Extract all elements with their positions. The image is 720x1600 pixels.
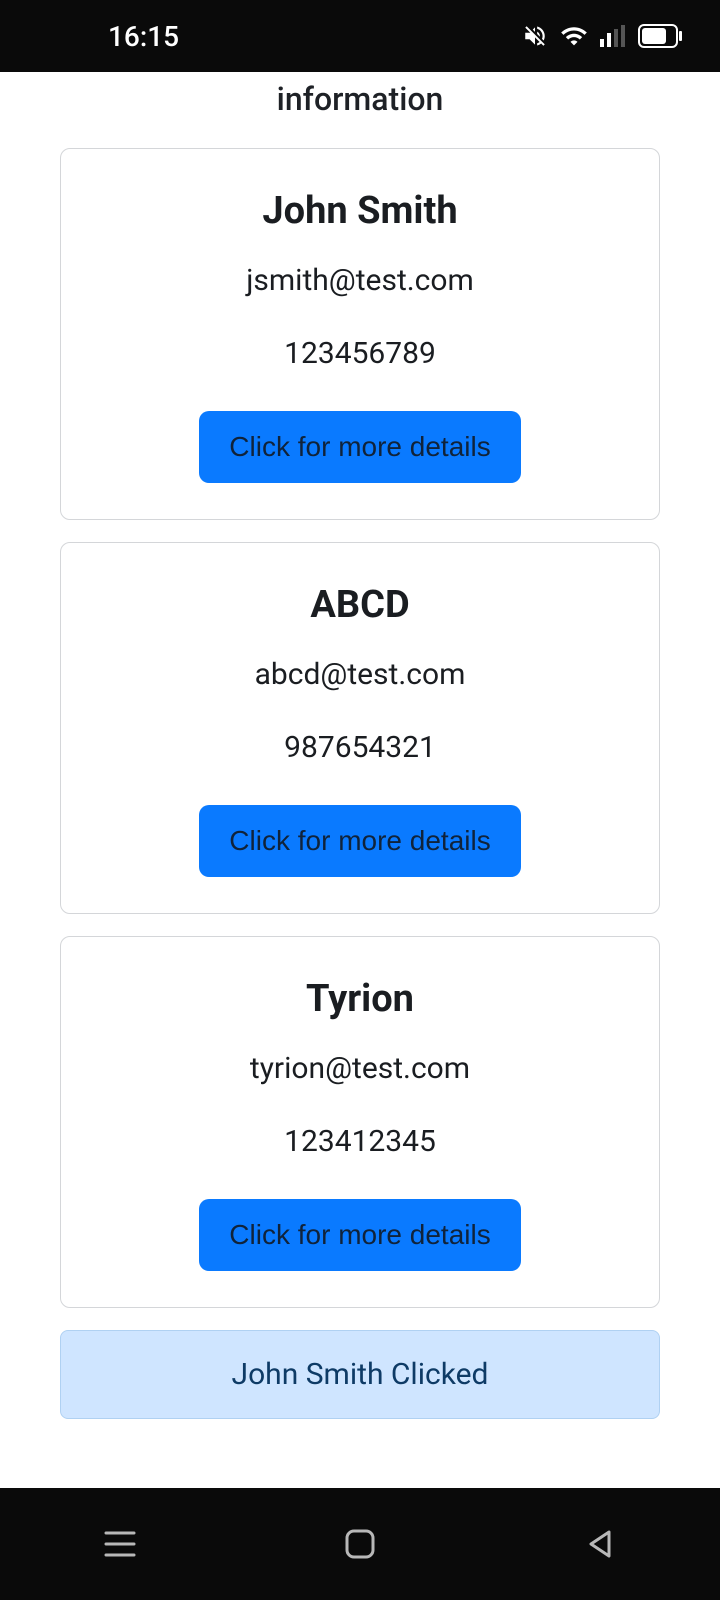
contact-card: ABCD abcd@test.com 987654321 Click for m… — [60, 542, 660, 914]
contact-email: tyrion@test.com — [91, 1051, 629, 1086]
details-button[interactable]: Click for more details — [199, 805, 520, 877]
contact-name: John Smith — [91, 189, 629, 233]
battery-icon — [638, 24, 682, 48]
signal-icon — [600, 25, 626, 47]
toast-message: John Smith Clicked — [81, 1357, 639, 1392]
details-button[interactable]: Click for more details — [199, 411, 520, 483]
status-icons — [522, 22, 682, 50]
page-title: information — [60, 80, 660, 118]
contact-phone: 123412345 — [91, 1124, 629, 1159]
nav-bar — [0, 1488, 720, 1600]
contact-email: abcd@test.com — [91, 657, 629, 692]
home-button[interactable] — [339, 1523, 381, 1565]
wifi-icon — [560, 22, 588, 50]
mute-icon — [522, 23, 548, 49]
contact-name: Tyrion — [91, 977, 629, 1021]
status-bar: 16:15 — [0, 0, 720, 72]
contact-card: Tyrion tyrion@test.com 123412345 Click f… — [60, 936, 660, 1308]
contact-card: John Smith jsmith@test.com 123456789 Cli… — [60, 148, 660, 520]
contact-phone: 987654321 — [91, 730, 629, 765]
toast-alert: John Smith Clicked — [60, 1330, 660, 1419]
contact-name: ABCD — [91, 583, 629, 627]
back-button[interactable] — [579, 1523, 621, 1565]
status-time: 16:15 — [108, 20, 179, 53]
main-content: information John Smith jsmith@test.com 1… — [0, 72, 720, 1488]
recents-button[interactable] — [99, 1523, 141, 1565]
details-button[interactable]: Click for more details — [199, 1199, 520, 1271]
contact-phone: 123456789 — [91, 336, 629, 371]
contact-email: jsmith@test.com — [91, 263, 629, 298]
